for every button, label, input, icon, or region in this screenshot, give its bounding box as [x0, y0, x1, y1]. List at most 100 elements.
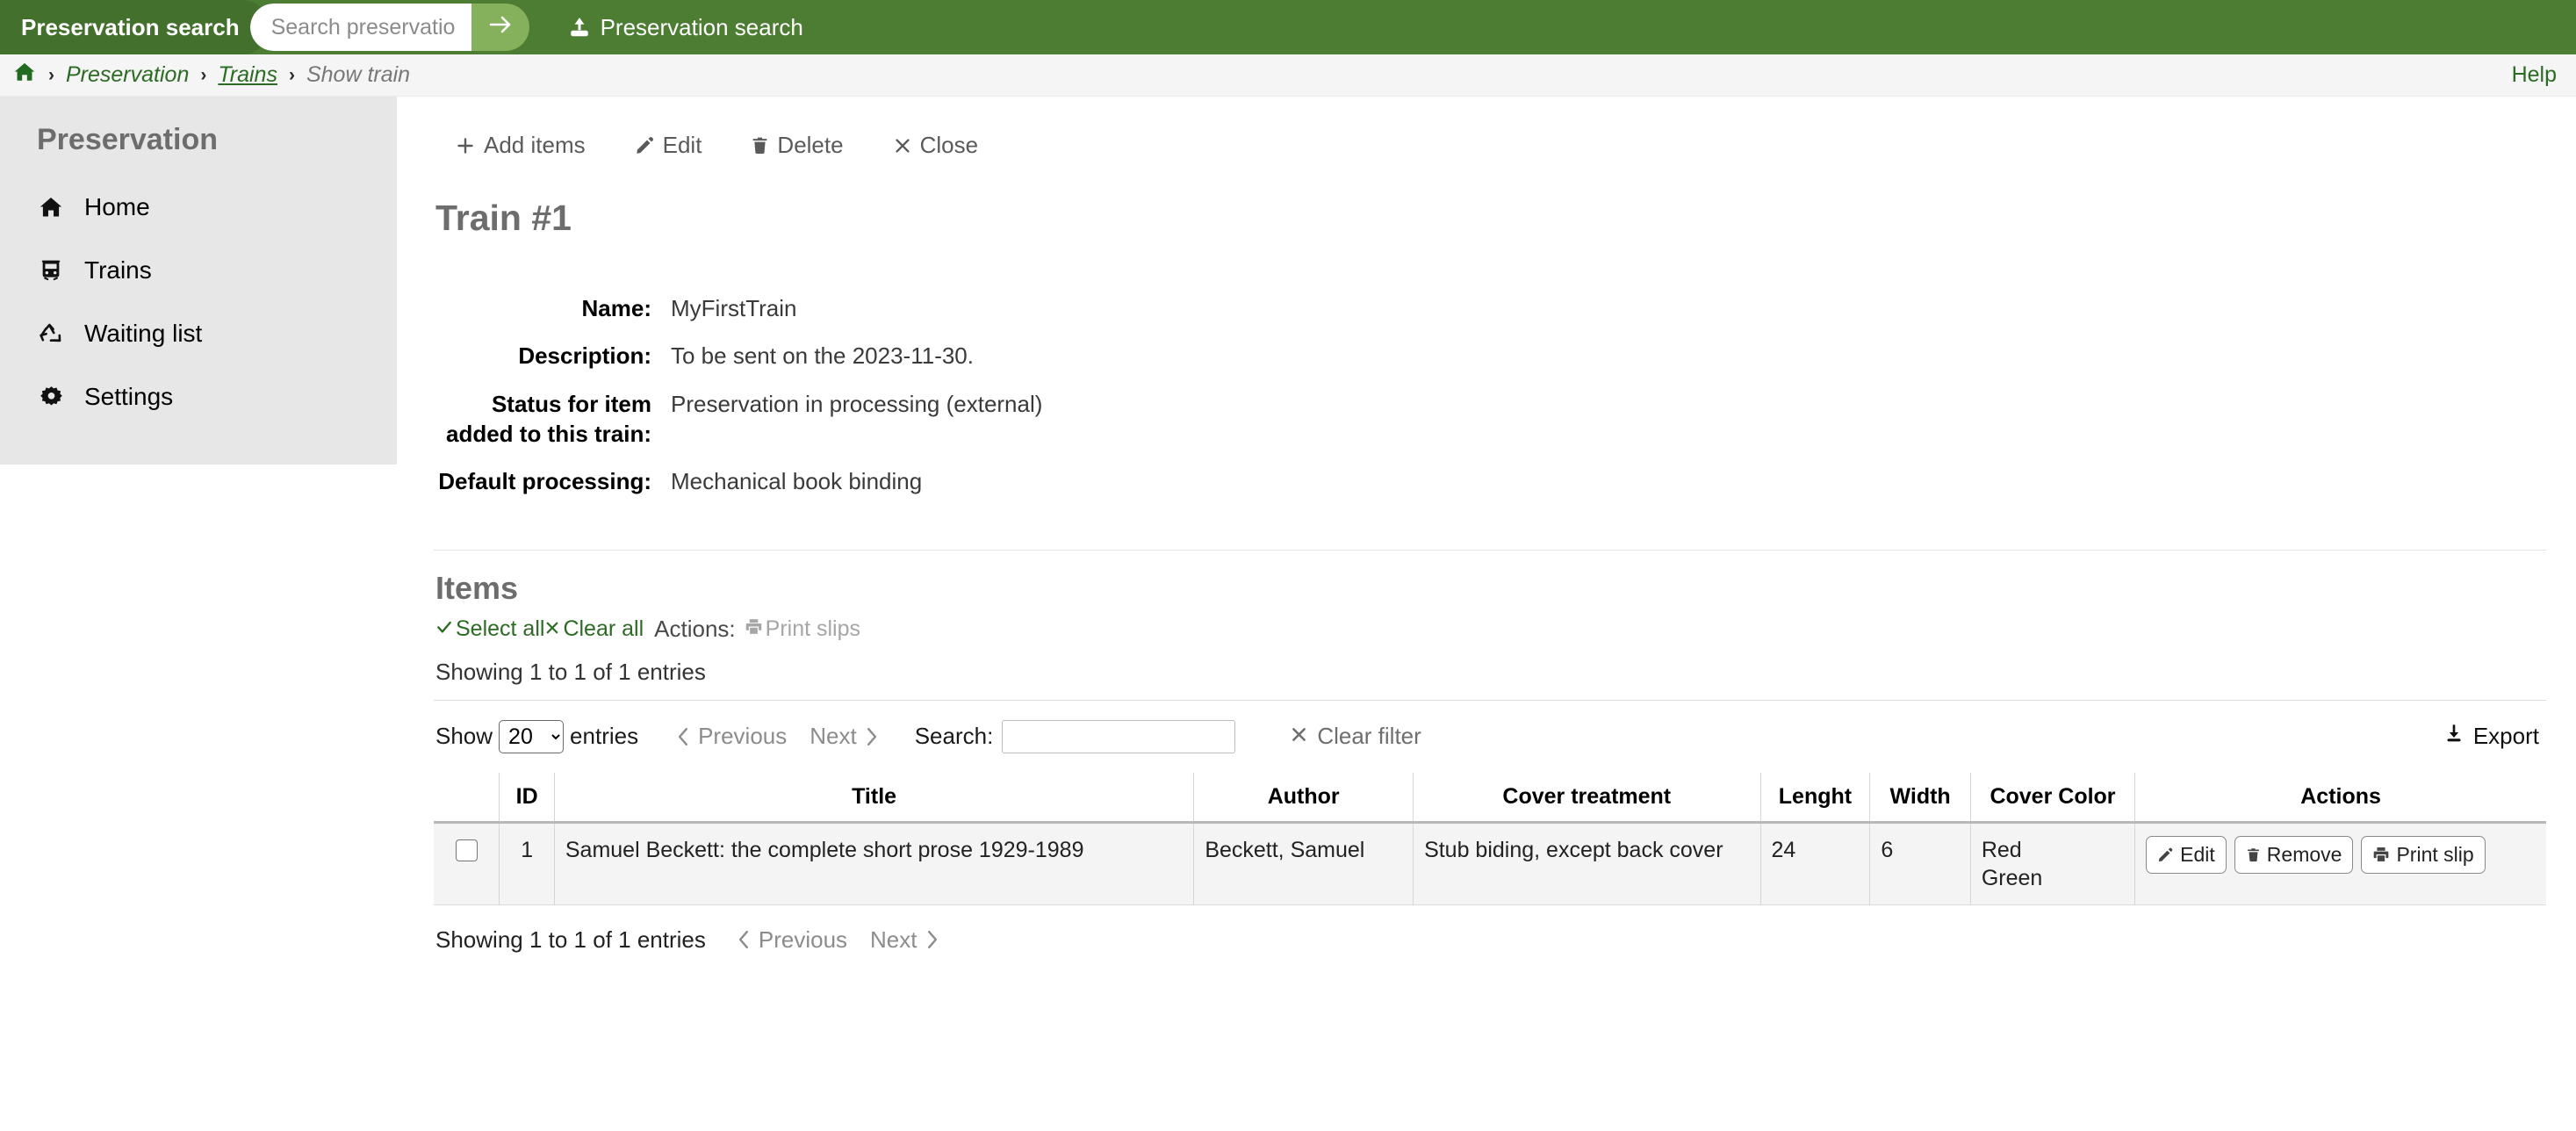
previous-label: Previous — [758, 926, 848, 953]
sidebar-item-trains[interactable]: Trains — [0, 249, 397, 292]
column-header-id[interactable]: ID — [499, 772, 555, 824]
button-label: Edit — [662, 132, 702, 158]
detail-label: Status for item added to this train: — [446, 390, 651, 447]
entries-label: entries — [570, 723, 639, 750]
detail-value: MyFirstTrain — [671, 295, 797, 321]
breadcrumb-item-trains[interactable]: Trains — [218, 62, 277, 88]
gear-icon — [37, 383, 65, 411]
footer-showing-label: Showing 1 to 1 of 1 entries — [435, 926, 706, 953]
clear-all-label: Clear all — [563, 616, 644, 641]
column-header-author[interactable]: Author — [1193, 772, 1414, 824]
main-content: Add items Edit Delete Close Train #1 Nam… — [397, 97, 2576, 954]
column-header-title[interactable]: Title — [553, 772, 1194, 824]
items-divider — [434, 699, 2546, 701]
datatable-search-input[interactable] — [1002, 719, 1236, 753]
column-header-cover-color[interactable]: Cover Color — [1969, 772, 2135, 824]
section-divider — [434, 549, 2546, 551]
home-icon — [12, 61, 37, 90]
row-cover-treatment: Stub biding, except back cover — [1413, 822, 1760, 905]
row-lenght: 24 — [1759, 822, 1870, 905]
sidebar-item-label: Waiting list — [84, 320, 203, 347]
home-icon — [37, 193, 65, 221]
row-cover-color: Red Green — [1969, 822, 2135, 905]
breadcrumb-separator: › — [200, 64, 207, 85]
preservation-search-nav-link[interactable]: Preservation search — [568, 14, 803, 41]
printer-icon — [2372, 846, 2390, 863]
clear-all-link[interactable]: Clear all — [544, 616, 644, 642]
page-length-select[interactable]: 2050100All — [499, 719, 565, 753]
trash-icon — [751, 135, 769, 155]
breadcrumb-home-link[interactable] — [12, 61, 37, 90]
search-label: Search: — [914, 723, 994, 750]
header-search-form — [249, 4, 529, 51]
datatable-footer: Showing 1 to 1 of 1 entries Previous Nex… — [435, 926, 2546, 954]
row-author: Beckett, Samuel — [1193, 822, 1414, 905]
column-header-width[interactable]: Width — [1869, 772, 1971, 824]
sidebar-item-settings[interactable]: Settings — [0, 375, 397, 419]
search-input[interactable] — [249, 4, 471, 51]
detail-label: Default processing: — [438, 468, 651, 495]
delete-button[interactable]: Delete — [737, 125, 857, 166]
button-label: Remove — [2266, 842, 2342, 866]
previous-label: Previous — [698, 723, 788, 750]
column-header-actions: Actions — [2134, 772, 2546, 824]
clear-filter-label: Clear filter — [1317, 723, 1421, 750]
edit-button[interactable]: Edit — [621, 125, 716, 166]
export-button[interactable]: Export — [2443, 723, 2546, 750]
previous-button-top[interactable]: Previous — [677, 723, 787, 750]
detail-value: Preservation in processing (external) — [671, 390, 1043, 417]
upload-icon — [568, 16, 591, 39]
sidebar-item-waiting-list[interactable]: Waiting list — [0, 312, 397, 356]
detail-row: Name: MyFirstTrain — [434, 293, 2546, 323]
sidebar-item-home[interactable]: Home — [0, 185, 397, 229]
next-button-top[interactable]: Next — [809, 723, 877, 750]
datatable-search: Search: — [914, 719, 1236, 753]
row-width: 6 — [1869, 822, 1971, 905]
bulk-actions-label: Actions: — [654, 615, 736, 642]
button-label: Close — [919, 132, 979, 158]
plus-icon — [455, 135, 476, 156]
print-slips-link[interactable]: Print slips — [745, 616, 860, 642]
detail-value: To be sent on the 2023-11-30. — [671, 342, 974, 370]
breadcrumb-item-preservation[interactable]: Preservation — [66, 62, 189, 88]
row-print-slip-button[interactable]: Print slip — [2361, 835, 2486, 874]
close-button[interactable]: Close — [879, 125, 992, 166]
button-label: Print slip — [2396, 842, 2474, 866]
help-link[interactable]: Help — [2512, 62, 2557, 88]
brand-label: Preservation search — [0, 0, 270, 54]
previous-button-bottom[interactable]: Previous — [738, 926, 847, 954]
chevron-right-icon — [865, 727, 878, 746]
close-icon — [544, 616, 560, 642]
items-heading: Items — [435, 569, 519, 606]
row-remove-button[interactable]: Remove — [2234, 835, 2354, 874]
detail-row: Description: To be sent on the 2023-11-3… — [434, 341, 2546, 371]
page-length-control: Show 2050100All entries — [435, 719, 639, 753]
chevron-right-icon — [925, 930, 939, 949]
breadcrumb: › Preservation › Trains › Show train Hel… — [0, 54, 2576, 97]
clear-filter-button[interactable]: Clear filter — [1290, 723, 1421, 750]
column-header-lenght[interactable]: Lenght — [1759, 772, 1870, 824]
datatable-controls: Show 2050100All entries Previous Next — [435, 719, 2546, 753]
train-icon — [37, 256, 65, 285]
printer-icon — [745, 616, 763, 642]
chevron-left-icon — [738, 930, 751, 949]
pencil-icon — [635, 135, 655, 155]
table-row: 1 Samuel Beckett: the complete short pro… — [434, 822, 2546, 905]
add-items-button[interactable]: Add items — [441, 125, 600, 166]
export-label: Export — [2472, 723, 2539, 750]
record-toolbar: Add items Edit Delete Close — [434, 119, 2546, 178]
column-header-select[interactable] — [434, 772, 500, 824]
select-all-link[interactable]: Select all — [435, 616, 544, 642]
page-title: Train #1 — [435, 198, 572, 238]
nav-link-label: Preservation search — [600, 13, 803, 40]
next-button-bottom[interactable]: Next — [870, 926, 938, 954]
row-id: 1 — [499, 822, 555, 905]
row-edit-button[interactable]: Edit — [2146, 835, 2227, 874]
row-checkbox[interactable] — [455, 839, 478, 861]
show-label: Show — [435, 723, 493, 750]
sidebar: Preservation Home Trains Waiting list Se… — [0, 97, 397, 465]
search-submit-button[interactable] — [471, 4, 529, 51]
breadcrumb-separator: › — [288, 64, 295, 85]
chevron-left-icon — [677, 727, 690, 746]
column-header-cover-treatment[interactable]: Cover treatment — [1413, 772, 1760, 824]
